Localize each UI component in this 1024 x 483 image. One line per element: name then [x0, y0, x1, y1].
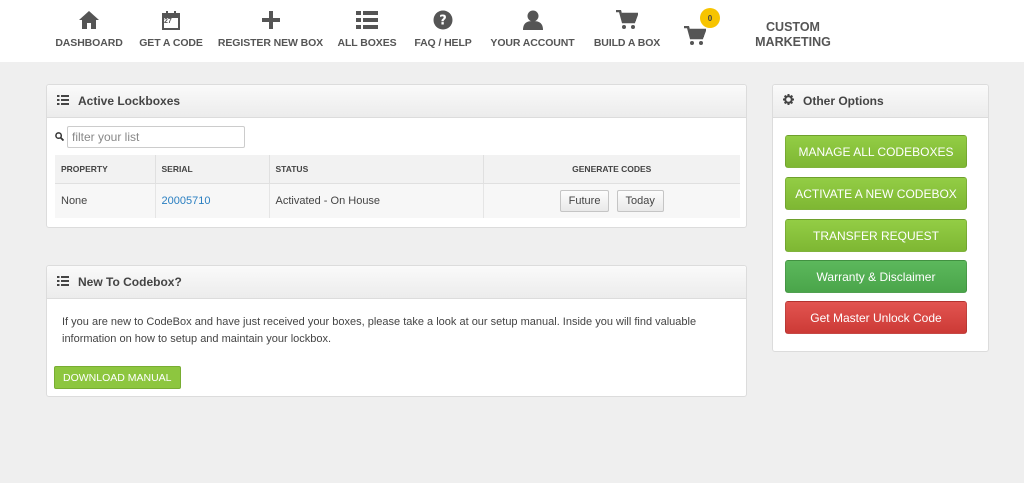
gear-icon [783, 92, 794, 110]
plus-icon [259, 8, 283, 32]
column-header-generate-codes: GENERATE CODES [483, 155, 740, 184]
list-icon [57, 92, 69, 110]
nav-label: BUILD A BOX [593, 37, 661, 49]
panel-title: Active Lockboxes [78, 94, 181, 108]
today-button[interactable]: Today [616, 189, 664, 212]
transfer-request-button[interactable]: TRANSFER REQUEST [785, 219, 967, 252]
get-master-unlock-code-button[interactable]: Get Master Unlock Code [785, 301, 967, 334]
filter-input[interactable] [67, 126, 245, 148]
panel-header: Active Lockboxes [47, 85, 746, 118]
nav-faq-help[interactable]: ? FAQ / HELP [414, 8, 472, 54]
calendar-icon: 27 [159, 8, 183, 32]
active-lockboxes-panel: Active Lockboxes PROPERTY SERIAL STATUS … [46, 84, 747, 228]
cart-icon [615, 8, 639, 32]
panel-header: New To Codebox? [47, 266, 746, 299]
list-icon [57, 273, 69, 291]
shopping-cart-icon [683, 24, 707, 48]
home-icon [77, 8, 101, 32]
calendar-day: 27 [164, 18, 172, 25]
cell-serial: 20005710 [155, 183, 270, 218]
search-icon [55, 128, 65, 146]
nav-label: FAQ / HELP [414, 37, 472, 49]
nav-label: ALL BOXES [337, 37, 397, 49]
manage-all-codeboxes-button[interactable]: MANAGE ALL CODEBOXES [785, 135, 967, 168]
column-header-property: PROPERTY [55, 155, 156, 184]
nav-label: YOUR ACCOUNT [490, 37, 575, 49]
column-header-status: STATUS [269, 155, 484, 184]
serial-link[interactable]: 20005710 [162, 195, 211, 207]
nav-label: GET A CODE [139, 37, 203, 49]
future-button[interactable]: Future [559, 189, 610, 212]
download-manual-button[interactable]: DOWNLOAD MANUAL [54, 366, 181, 389]
panel-title: Other Options [803, 94, 884, 108]
intro-text: If you are new to CodeBox and have just … [62, 316, 697, 345]
nav-your-account[interactable]: YOUR ACCOUNT [490, 8, 575, 54]
warranty-disclaimer-button[interactable]: Warranty & Disclaimer [785, 260, 967, 293]
top-navigation: DASHBOARD 27 GET A CODE REGISTER NEW BOX… [0, 0, 1024, 62]
new-to-codebox-panel: New To Codebox? If you are new to CodeBo… [46, 265, 747, 397]
nav-all-boxes[interactable]: ALL BOXES [337, 8, 397, 54]
other-options-panel: Other Options MANAGE ALL CODEBOXES ACTIV… [772, 84, 989, 352]
table-row: None 20005710 Activated - On House Futur… [55, 183, 740, 218]
panel-header: Other Options [773, 85, 988, 118]
cart-count-badge: 0 [700, 8, 720, 28]
nav-build-a-box[interactable]: BUILD A BOX [593, 8, 661, 54]
list-icon [355, 8, 379, 32]
cell-property: None [55, 183, 156, 218]
nav-get-a-code[interactable]: 27 GET A CODE [139, 8, 203, 54]
cell-status: Activated - On House [269, 183, 484, 218]
activate-new-codebox-button[interactable]: ACTIVATE A NEW CODEBOX [785, 177, 967, 210]
nav-cart[interactable] [683, 24, 707, 70]
panel-title: New To Codebox? [78, 275, 182, 289]
lockboxes-table: PROPERTY SERIAL STATUS GENERATE CODES No… [55, 155, 740, 218]
question-icon: ? [431, 8, 455, 32]
nav-label: DASHBOARD [55, 37, 123, 49]
svg-text:?: ? [439, 14, 447, 29]
cell-generate-codes: Future Today [483, 183, 740, 218]
column-header-serial: SERIAL [155, 155, 270, 184]
nav-label: REGISTER NEW BOX [217, 37, 324, 49]
nav-custom-marketing[interactable]: CUSTOM MARKETING [748, 20, 838, 50]
filter-row [55, 126, 245, 148]
nav-dashboard[interactable]: DASHBOARD [55, 8, 123, 54]
user-icon [521, 8, 545, 32]
nav-register-new-box[interactable]: REGISTER NEW BOX [218, 8, 323, 54]
